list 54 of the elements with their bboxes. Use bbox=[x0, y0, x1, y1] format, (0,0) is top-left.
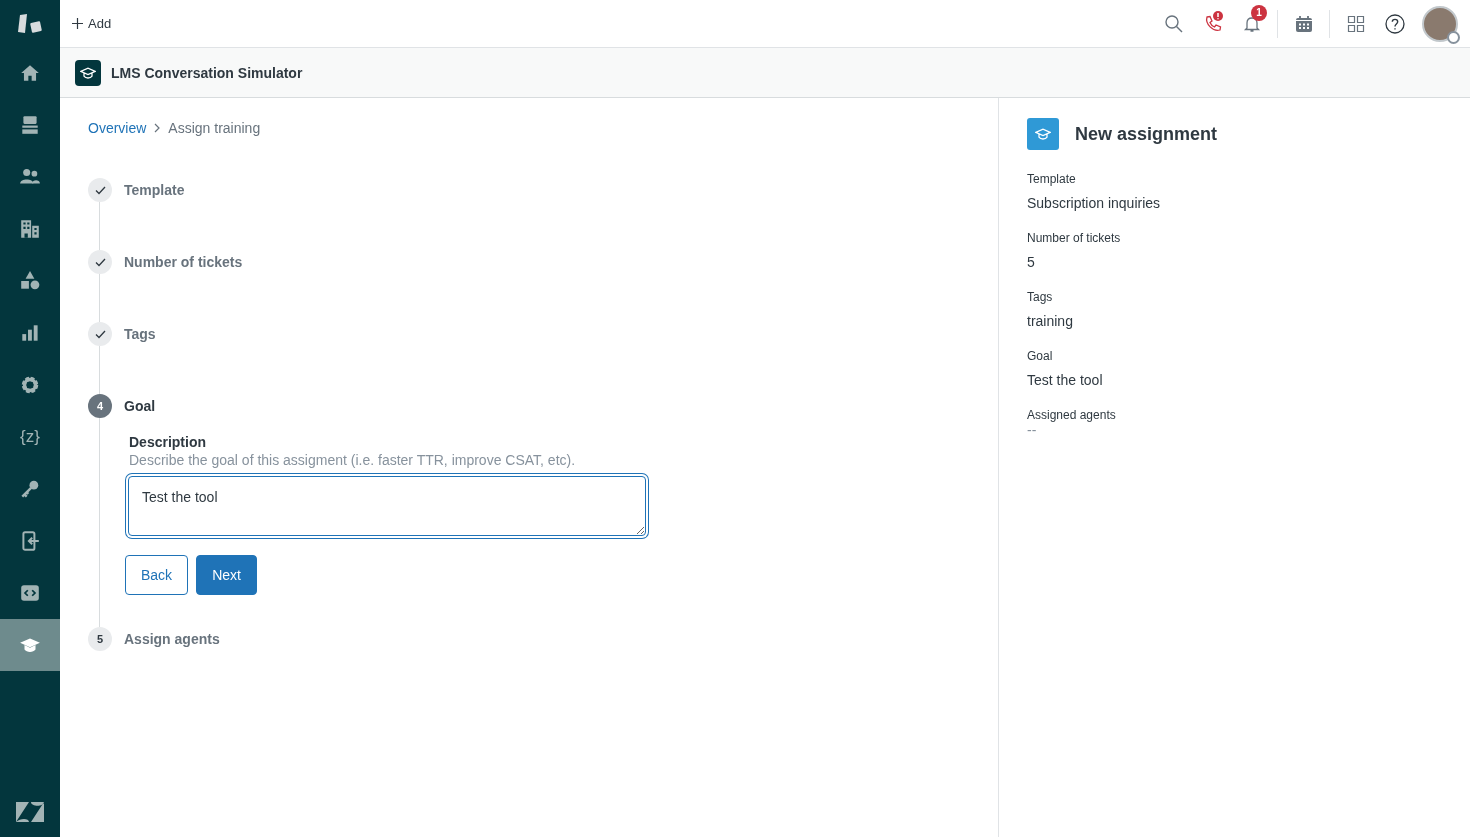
search-icon bbox=[1164, 14, 1183, 33]
logo-icon[interactable] bbox=[16, 802, 44, 822]
step-label: Number of tickets bbox=[124, 254, 243, 270]
user-avatar[interactable] bbox=[1422, 5, 1458, 42]
key-icon bbox=[19, 478, 41, 500]
logo-icon[interactable] bbox=[17, 12, 43, 35]
calendar-icon bbox=[1294, 14, 1313, 33]
step-label: Tags bbox=[124, 326, 156, 342]
field-label: Template bbox=[1027, 172, 1077, 186]
step-label: Goal bbox=[124, 398, 156, 414]
step-label: Assign agents bbox=[124, 631, 220, 647]
sidebar-item[interactable] bbox=[0, 619, 60, 671]
gear-icon bbox=[19, 374, 41, 396]
panel-title: New assignment bbox=[1075, 123, 1218, 145]
inbox-icon bbox=[19, 114, 41, 136]
mobile-icon bbox=[19, 530, 41, 552]
description-field[interactable]: Test the tool bbox=[128, 476, 646, 536]
step-label: Template bbox=[124, 182, 185, 198]
field-label: Goal bbox=[1027, 349, 1054, 363]
check-icon bbox=[94, 329, 106, 339]
check-icon bbox=[94, 257, 106, 267]
field-label: Number of tickets bbox=[1027, 231, 1122, 245]
breadcrumb-current: Assign training bbox=[168, 120, 261, 136]
notification-count: 1 bbox=[1251, 4, 1267, 21]
add-button[interactable]: Add bbox=[72, 16, 112, 31]
app-title: LMS Conversation Simulator bbox=[111, 64, 303, 81]
graduation-cap-icon bbox=[1035, 126, 1051, 142]
sidebar-item[interactable]: {z} bbox=[0, 411, 60, 463]
field-label: Tags bbox=[1027, 290, 1054, 304]
help-icon bbox=[1384, 13, 1405, 34]
grid-icon bbox=[1346, 14, 1365, 33]
plus-icon bbox=[72, 18, 83, 29]
field-label: Description bbox=[129, 434, 207, 450]
chart-icon bbox=[19, 322, 41, 344]
field-label: Assigned agents bbox=[1027, 408, 1117, 422]
code-icon bbox=[19, 582, 41, 604]
bell-icon bbox=[1242, 14, 1261, 33]
field-value: 5 bbox=[1027, 254, 1036, 270]
step-indicator: 5 bbox=[88, 627, 112, 651]
notifications-button[interactable]: 1 bbox=[1232, 3, 1271, 44]
field-value: Test the tool bbox=[1027, 372, 1104, 388]
field-value: -- bbox=[1027, 422, 1038, 438]
phone-icon bbox=[1203, 14, 1222, 33]
field-value: training bbox=[1027, 313, 1074, 329]
shapes-icon bbox=[19, 270, 41, 292]
breadcrumb-link[interactable]: Overview bbox=[88, 120, 147, 136]
step-indicator: 4 bbox=[88, 394, 112, 418]
chevron-right-icon bbox=[154, 123, 161, 133]
building-icon bbox=[19, 218, 41, 240]
back-button[interactable]: Back bbox=[125, 555, 189, 595]
field-hint: Describe the goal of this assigment (i.e. faster TTR, improve CSAT, etc). bbox=[129, 452, 577, 468]
next-button[interactable]: Next bbox=[196, 555, 257, 595]
check-icon bbox=[94, 185, 106, 195]
field-value: Subscription inquiries bbox=[1027, 195, 1162, 211]
